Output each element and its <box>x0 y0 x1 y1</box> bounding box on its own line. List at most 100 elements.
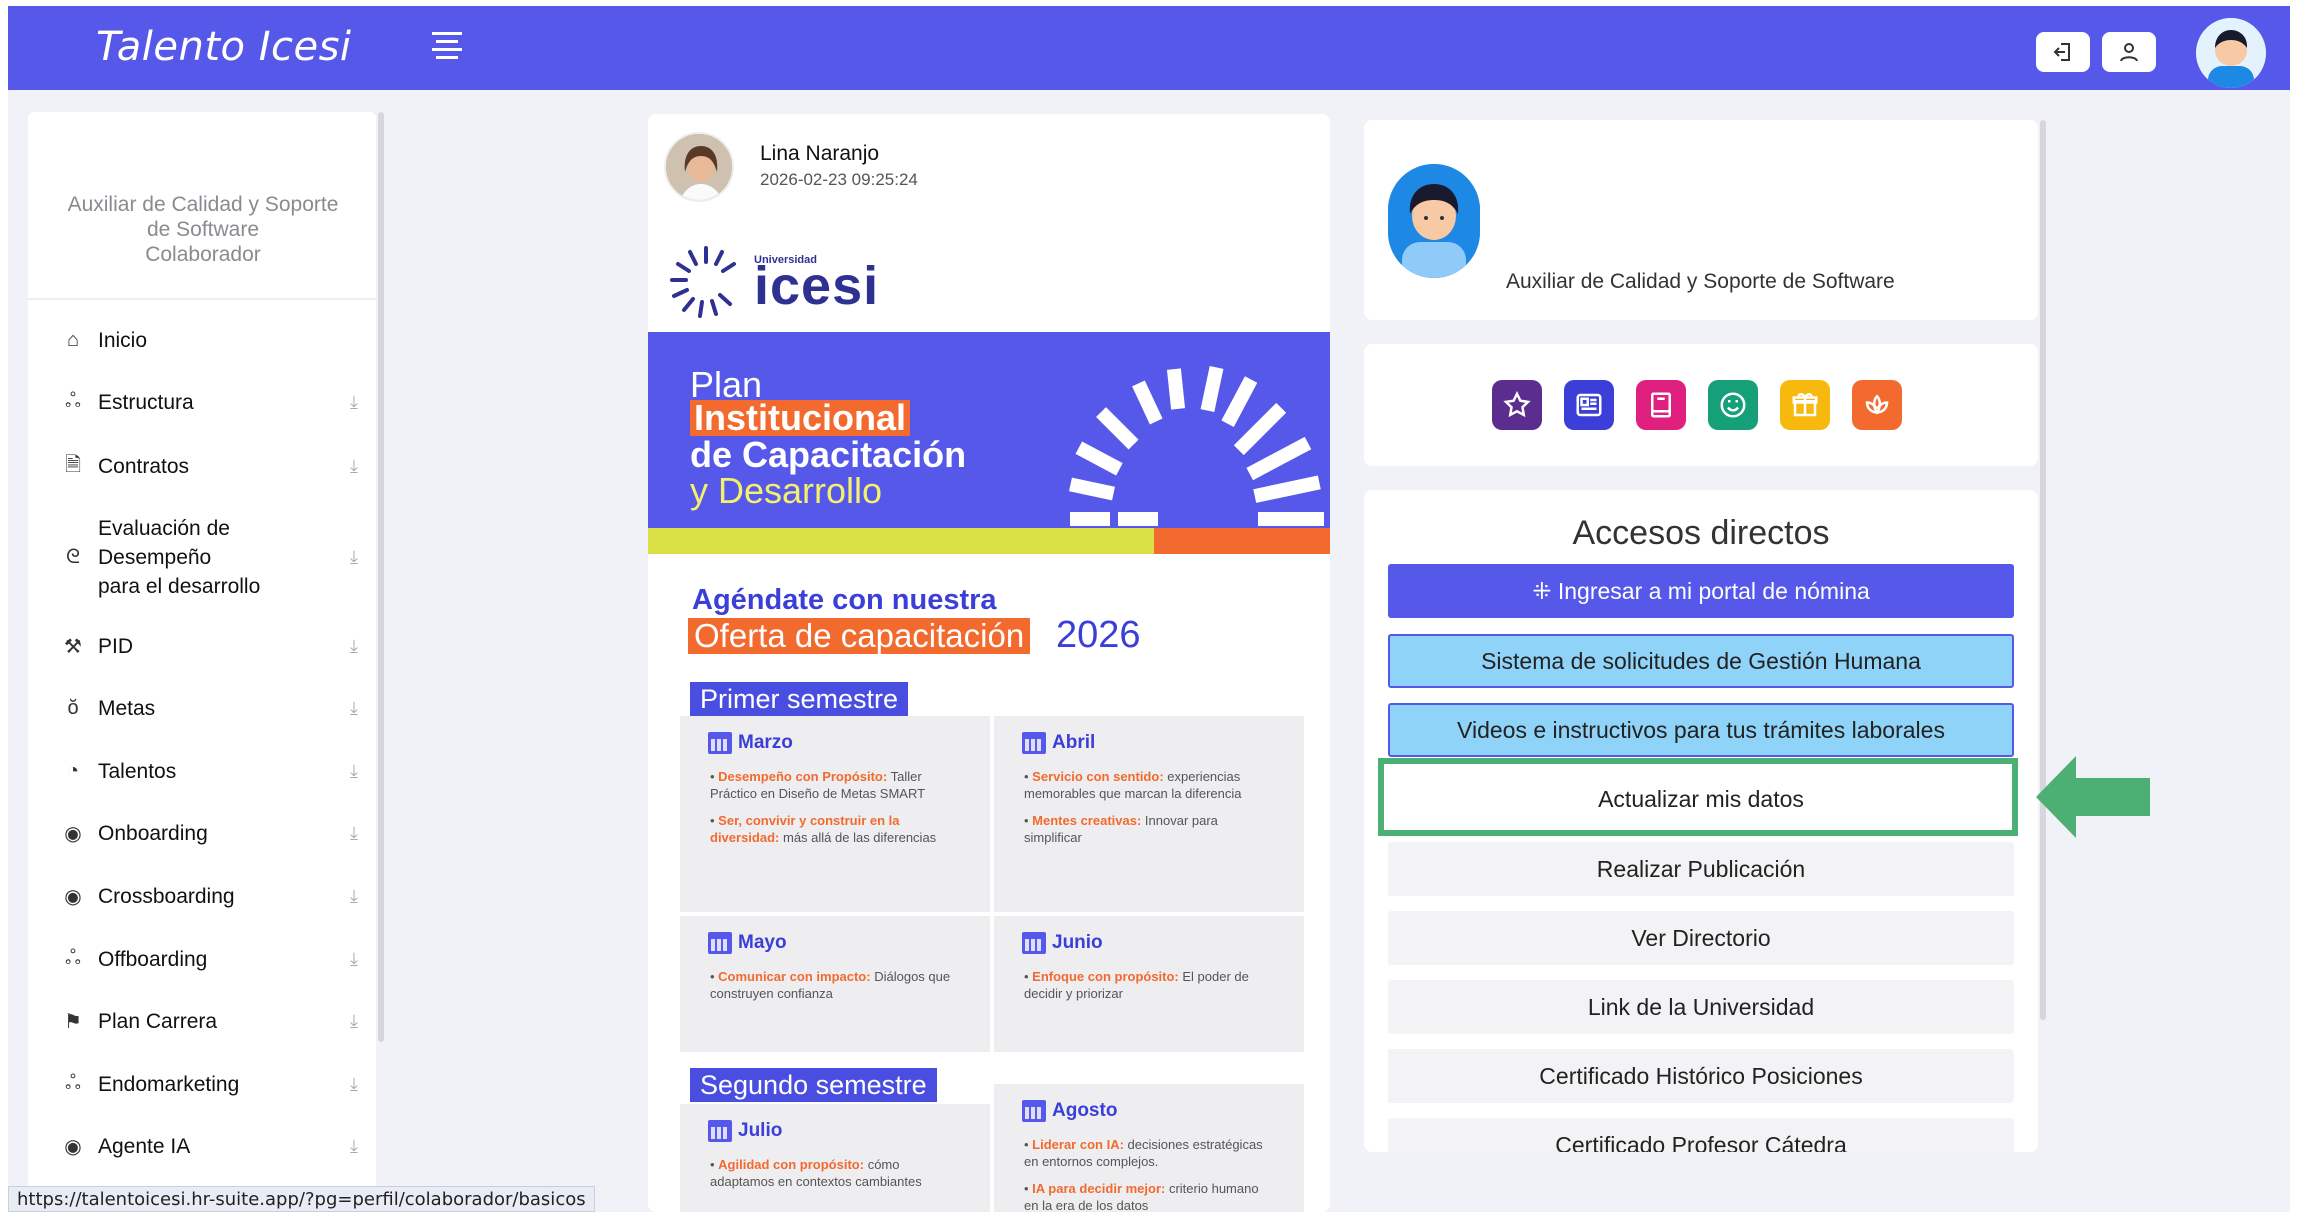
sidebar-item-evaluacion[interactable]: ᘓ Evaluación de Desempeño para el desarr… <box>58 514 358 601</box>
book-icon[interactable] <box>1636 380 1686 430</box>
directory-button[interactable]: Ver Directorio <box>1388 911 2014 965</box>
sidebar-item-contratos[interactable]: 🗎 Contratos ⤓ <box>58 452 358 481</box>
agenda-year: 2026 <box>1056 614 1141 656</box>
accent-stripe-yellow <box>648 528 1154 554</box>
calendar-icon <box>1022 732 1046 754</box>
circle-dot-icon: ◉ <box>64 823 82 845</box>
evaluation-icon: ᘓ <box>65 546 81 568</box>
arrow-left-icon <box>2036 756 2150 838</box>
news-icon[interactable] <box>1564 380 1614 430</box>
user-exit-icon: ஃ <box>65 947 81 969</box>
sidebar-item-pid[interactable]: ⚒ PID ⤓ <box>58 632 358 661</box>
menu-icon[interactable] <box>432 32 462 62</box>
highlight-frame <box>1378 758 2018 836</box>
chevron-down-icon: ⤓ <box>350 1136 358 1156</box>
cert-profesor-button[interactable]: Certificado Profesor Cátedra <box>1388 1118 2014 1152</box>
sidebar-item-offboarding[interactable]: ஃ Offboarding ⤓ <box>58 945 358 974</box>
user-icon <box>2120 43 2138 62</box>
sidebar-item-onboarding[interactable]: ◉ Onboarding ⤓ <box>58 819 358 848</box>
videos-instructivos-button[interactable]: Videos e instructivos para tus trámites … <box>1388 703 2014 757</box>
sidebar-item-plan-carrera[interactable]: ⚑ Plan Carrera ⤓ <box>58 1007 358 1036</box>
document-icon: 🗎 <box>64 453 82 476</box>
target-icon: ŏ <box>67 697 79 719</box>
org-chart-icon: ஃ <box>65 1072 81 1094</box>
gauge-icon: ◔ <box>66 760 80 782</box>
smile-icon[interactable] <box>1708 380 1758 430</box>
org-chart-icon: ஃ <box>65 390 81 412</box>
calendar-icon <box>708 732 732 754</box>
calendar-icon <box>1022 1100 1046 1122</box>
sidebar-item-agente-ia[interactable]: ◉ Agente IA ⤓ <box>58 1132 358 1161</box>
profile-role: Auxiliar de Calidad y Soporte de Softwar… <box>1506 270 1895 293</box>
chevron-down-icon: ⤓ <box>350 823 358 843</box>
create-post-button[interactable]: Realizar Publicación <box>1388 842 2014 896</box>
chevron-down-icon: ⤓ <box>350 886 358 906</box>
chevron-down-icon: ⤓ <box>350 392 358 412</box>
quick-icons-card <box>1364 344 2038 466</box>
post-author[interactable]: Lina Naranjo <box>760 142 879 166</box>
circle-dot-icon: ◉ <box>64 886 82 908</box>
status-bar-url: https://talentoicesi.hr-suite.app/?pg=pe… <box>8 1186 595 1212</box>
payroll-portal-button[interactable]: ⁜ Ingresar a mi portal de nómina <box>1388 564 2014 618</box>
banner-line-4: y Desarrollo <box>690 470 883 511</box>
month-marzo: Marzo • Desempeño con Propósito: Taller … <box>680 716 990 912</box>
gift-icon[interactable] <box>1780 380 1830 430</box>
banner-line-2: Institucional <box>690 400 911 436</box>
author-avatar[interactable] <box>664 132 734 202</box>
month-julio: Julio • Agilidad con propósito: cómo ada… <box>680 1104 990 1212</box>
sidebar-item-metas[interactable]: ŏ Metas ⤓ <box>58 694 358 723</box>
calendar-icon <box>708 1120 732 1142</box>
month-mayo: Mayo • Comunicar con impacto: Diálogos q… <box>680 916 990 1052</box>
top-bar: Talento Icesi <box>8 6 2290 90</box>
chevron-down-icon: ⤓ <box>350 1011 358 1031</box>
sun-rays-icon <box>670 246 736 318</box>
eye-icon: ◉ <box>64 1136 82 1158</box>
logo-subtext: Universidad <box>754 254 817 266</box>
brand-title[interactable]: Talento Icesi <box>96 24 352 70</box>
sidebar-role: Auxiliar de Calidad y Soporte de Softwar… <box>67 193 339 266</box>
chevron-down-icon: ⤓ <box>350 761 358 781</box>
semester-2-label: Segundo semestre <box>690 1068 937 1102</box>
sidebar-item-crossboarding[interactable]: ◉ Crossboarding ⤓ <box>58 882 358 911</box>
post-date: 2026-02-23 09:25:24 <box>760 170 918 189</box>
calendar-icon <box>708 932 732 954</box>
flag-icon: ⚑ <box>64 1011 82 1033</box>
accent-stripe-orange <box>1154 528 1330 554</box>
star-icon[interactable] <box>1492 380 1542 430</box>
plan-banner: Plan Institucional de Capacitación y Des… <box>648 332 1330 528</box>
agenda-highlight: Oferta de capacitación <box>688 618 1031 654</box>
sidebar-item-endomarketing[interactable]: ஃ Endomarketing ⤓ <box>58 1070 358 1099</box>
chevron-down-icon: ⤓ <box>350 456 358 476</box>
hr-requests-button[interactable]: Sistema de solicitudes de Gestión Humana <box>1388 634 2014 688</box>
agenda-heading: Agéndate con nuestra <box>692 584 997 616</box>
sidebar-scrollbar[interactable] <box>378 112 384 1042</box>
sidebar: Auxiliar de Calidad y Soporte de Softwar… <box>28 112 376 1212</box>
calendar-icon <box>1022 932 1046 954</box>
lotus-icon[interactable] <box>1852 380 1902 430</box>
cert-historico-button[interactable]: Certificado Histórico Posiciones <box>1388 1049 2014 1103</box>
semester-1-label: Primer semestre <box>690 682 909 716</box>
user-button[interactable] <box>2102 32 2156 72</box>
sidebar-item-talentos[interactable]: ◔ Talentos ⤓ <box>58 757 358 786</box>
content-scrollbar[interactable] <box>2040 120 2046 1020</box>
tools-icon: ⚒ <box>64 636 82 658</box>
month-agosto: Agosto • Liderar con IA: decisiones estr… <box>994 1084 1304 1212</box>
chevron-down-icon: ⤓ <box>350 1074 358 1094</box>
post-card: Lina Naranjo 2026-02-23 09:25:24 icesi U… <box>648 114 1330 1212</box>
profile-avatar[interactable] <box>1388 164 1480 278</box>
university-link-button[interactable]: Link de la Universidad <box>1388 980 2014 1034</box>
logout-button[interactable] <box>2036 32 2090 72</box>
logout-icon <box>2053 43 2070 61</box>
sidebar-item-estructura[interactable]: ஃ Estructura ⤓ <box>58 388 358 417</box>
avatar[interactable] <box>2196 18 2266 88</box>
chevron-down-icon: ⤓ <box>350 636 358 656</box>
sidebar-item-inicio[interactable]: ⌂ Inicio <box>58 326 358 355</box>
month-junio: Junio • Enfoque con propósito: El poder … <box>994 916 1304 1052</box>
sidebar-divider <box>28 298 376 300</box>
month-abril: Abril • Servicio con sentido: experienci… <box>994 716 1304 912</box>
banner-rays-graphic <box>1069 366 1324 526</box>
profile-card: Auxiliar de Calidad y Soporte de Softwar… <box>1364 120 2038 320</box>
chevron-down-icon: ⤓ <box>350 547 358 567</box>
chevron-down-icon: ⤓ <box>350 698 358 718</box>
home-icon: ⌂ <box>66 329 80 351</box>
